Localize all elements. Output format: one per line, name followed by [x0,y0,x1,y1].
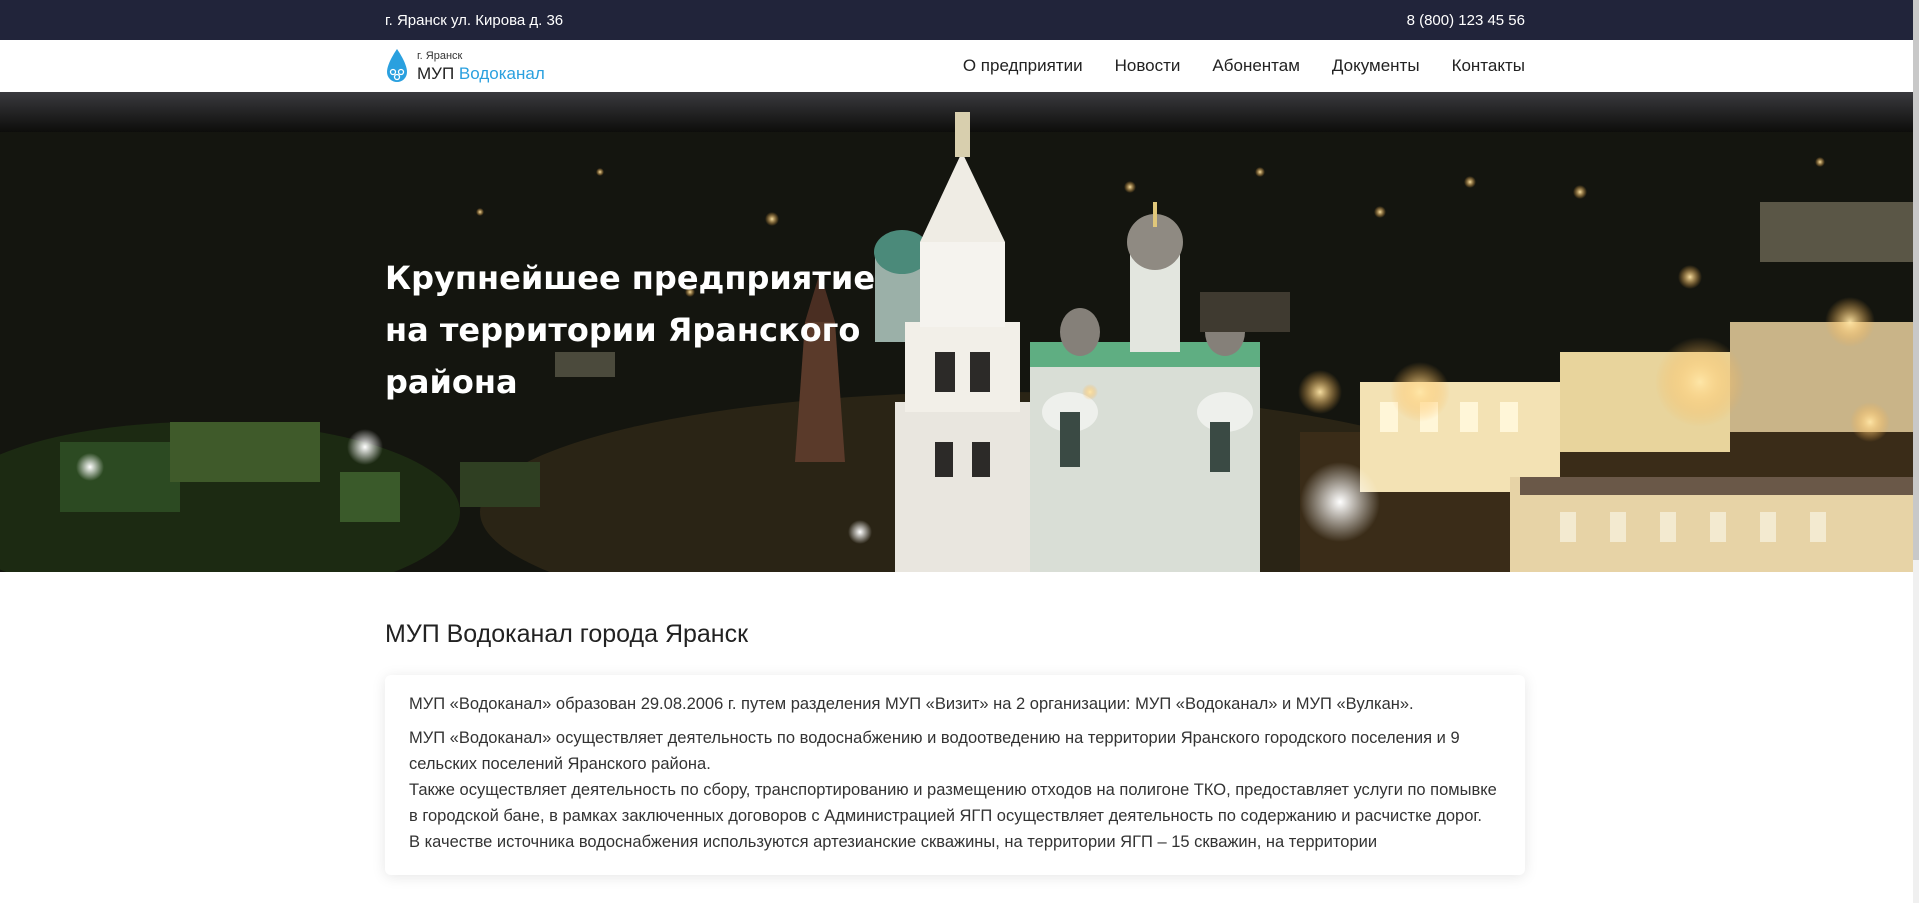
main-nav: О предприятии Новости Абонентам Документ… [963,56,1525,76]
nav-item-subscribers[interactable]: Абонентам [1212,56,1300,76]
logo-title-accent: Водоканал [458,63,545,83]
scrollbar-thumb[interactable] [1913,0,1919,560]
about-paragraph-2: МУП «Водоканал» осуществляет деятельност… [409,729,1460,773]
logo-title: МУП Водоканал [417,65,545,82]
hero-night-city-image [0,92,1913,572]
phone-link[interactable]: 8 (800) 123 45 56 [1407,12,1525,29]
about-paragraph-1: МУП «Водоканал» образован 29.08.2006 г. … [409,695,1414,713]
nav-item-news[interactable]: Новости [1115,56,1181,76]
about-paragraph-4: В качестве источника водоснабжения испол… [409,833,1378,851]
hero-title: Крупнейшее предприятие на территории Яра… [385,259,876,401]
logo-city: г. Яранск [417,49,463,62]
top-bar: г. Яранск ул. Кирова д. 36 8 (800) 123 4… [0,0,1913,41]
main-content: МУП Водоканал города Яранск МУП «Водокан… [385,620,1525,875]
page-scrollbar[interactable] [1913,0,1919,903]
hero-banner: Крупнейшее предприятие на территории Яра… [0,92,1913,572]
about-card: МУП «Водоканал» образован 29.08.2006 г. … [385,675,1525,875]
water-drop-icon [387,49,407,82]
logo-title-main: МУП [417,63,455,83]
nav-item-documents[interactable]: Документы [1332,56,1420,76]
nav-item-contacts[interactable]: Контакты [1452,56,1525,76]
site-logo[interactable]: г. Яранск МУП Водоканал [385,48,545,84]
address-text: г. Яранск ул. Кирова д. 36 [385,11,564,29]
section-heading: МУП Водоканал города Яранск [385,620,749,648]
about-paragraph-3: Также осуществляет деятельность по сбору… [409,781,1497,825]
nav-item-about[interactable]: О предприятии [963,56,1083,76]
site-header: г. Яранск МУП Водоканал О предприятии Но… [0,40,1913,92]
